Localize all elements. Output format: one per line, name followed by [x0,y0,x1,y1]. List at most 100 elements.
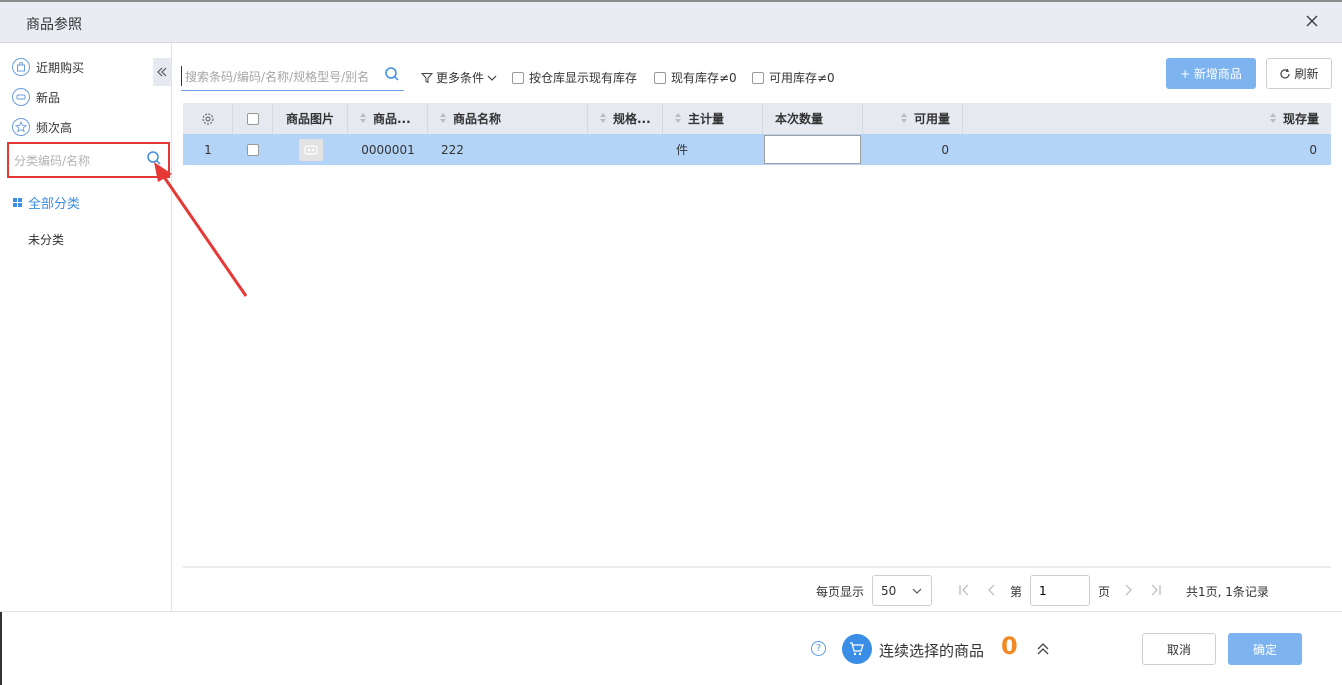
all-categories[interactable]: 全部分类 [13,193,80,212]
per-page-select[interactable]: 50 [872,575,932,606]
row-checkbox[interactable] [247,143,259,156]
image-placeholder-icon [298,138,323,161]
last-page-icon[interactable] [1150,583,1162,597]
column-label: 可用量 [913,112,950,126]
sort-icon[interactable] [1269,113,1277,124]
quick-item-label: 新品 [36,90,61,105]
column-label: 商品... [373,112,411,126]
cancel-button[interactable]: 取消 [1142,633,1216,665]
product-search-input[interactable] [183,66,377,88]
page-suffix: 页 [1098,585,1111,599]
row-checkbox-cell [233,134,273,165]
column-header-stock[interactable]: 现存量 [963,103,1331,134]
cart-button[interactable] [842,634,872,664]
product-name: 222 [441,142,464,157]
checkbox[interactable] [512,71,524,84]
sort-icon[interactable] [360,113,367,124]
column-header-qty: 本次数量 [763,103,863,134]
more-conditions-button[interactable]: 更多条件 [421,69,497,86]
gear-icon[interactable] [201,112,215,126]
double-chevron-left-icon [157,67,167,77]
sort-icon[interactable] [675,113,682,124]
quick-item-frequent[interactable]: 频次高 [12,117,72,137]
product-unit: 件 [676,143,689,157]
all-categories-label: 全部分类 [28,197,81,212]
sort-icon[interactable] [440,113,447,124]
page-prefix: 第 [1010,585,1023,599]
select-all-column [233,103,273,134]
help-icon[interactable]: ? [811,641,826,656]
add-product-button[interactable]: + 新增商品 [1166,58,1256,89]
pagination-summary: 共1页, 1条记录 [1186,585,1269,599]
grid-icon [13,198,22,207]
column-header-code[interactable]: 商品... [348,103,428,134]
available-qty: 0 [941,142,949,157]
first-page-icon[interactable] [958,583,970,597]
more-conditions-label: 更多条件 [436,71,485,85]
cart-label: 连续选择的商品 [879,642,985,660]
confirm-button[interactable]: 确定 [1228,633,1302,665]
refresh-label: 刷新 [1294,67,1319,81]
checkbox-stock-nonzero[interactable]: 现有库存≠0 [654,69,737,86]
dialog-titlebar: 商品参照 [0,0,1342,43]
refresh-button[interactable]: 刷新 [1266,58,1332,89]
text-cursor [181,66,182,86]
product-spec [588,134,663,165]
select-all-checkbox[interactable] [246,112,259,125]
category-search-box [7,142,170,178]
search-icon[interactable] [384,66,400,82]
checkbox[interactable] [654,71,666,84]
filter-icon [421,72,433,83]
quick-item-new[interactable]: 新品 [12,87,60,107]
star-icon [12,118,30,136]
table-header: 商品图片 商品... 商品名称 规格... 主计量 本次数量 可用量 现存量 [183,103,1331,134]
column-label: 本次数量 [775,112,824,126]
annotation-arrow [154,162,248,297]
column-label: 规格... [613,112,651,126]
per-page-value: 50 [881,583,897,598]
sort-icon[interactable] [600,113,607,124]
expand-up-icon[interactable] [1035,641,1051,657]
quick-item-recent[interactable]: 近期购买 [12,57,84,77]
product-search-box [181,62,404,91]
next-page-icon[interactable] [1124,583,1134,597]
column-label: 主计量 [688,112,725,126]
category-search-input[interactable] [12,150,146,172]
checkbox-show-by-warehouse[interactable]: 按仓库显示现有库存 [512,69,637,86]
checkbox-available-nonzero[interactable]: 可用库存≠0 [752,69,835,86]
column-label: 商品图片 [285,112,334,126]
prev-page-icon[interactable] [986,583,996,597]
close-icon[interactable] [1304,12,1320,30]
row-index: 1 [204,142,212,157]
product-code: 0000001 [361,142,415,157]
checkbox-label: 现有库存≠0 [671,71,737,85]
column-header-spec[interactable]: 规格... [588,103,663,134]
table-row[interactable]: 1 0000001 222 件 0 0 [183,134,1331,165]
cart-count: 0 [1001,632,1018,660]
quantity-input[interactable] [764,135,861,164]
column-header-available[interactable]: 可用量 [863,103,963,134]
bag-icon [12,58,30,76]
product-image-cell [273,134,348,165]
cart-icon [850,642,864,656]
chevron-down-icon [487,75,497,81]
column-header-name[interactable]: 商品名称 [428,103,588,134]
refresh-icon [1280,68,1291,78]
checkbox-label: 可用库存≠0 [769,71,835,85]
footer-divider [0,611,1342,612]
column-label: 现存量 [1282,112,1319,126]
table-scrollbar[interactable] [183,566,1331,568]
new-badge-icon [12,88,30,106]
collapse-panel-button[interactable] [153,58,171,86]
checkbox[interactable] [752,71,764,84]
chevron-down-icon [912,588,922,594]
column-header-unit[interactable]: 主计量 [663,103,763,134]
page-number-input[interactable] [1030,575,1090,606]
column-label: 商品名称 [453,112,502,126]
dialog-title: 商品参照 [26,17,82,33]
per-page-label: 每页显示 [816,585,865,599]
category-item[interactable]: 未分类 [28,231,64,248]
column-settings[interactable] [183,103,233,134]
quick-item-label: 频次高 [36,120,73,135]
sort-icon[interactable] [900,113,908,124]
